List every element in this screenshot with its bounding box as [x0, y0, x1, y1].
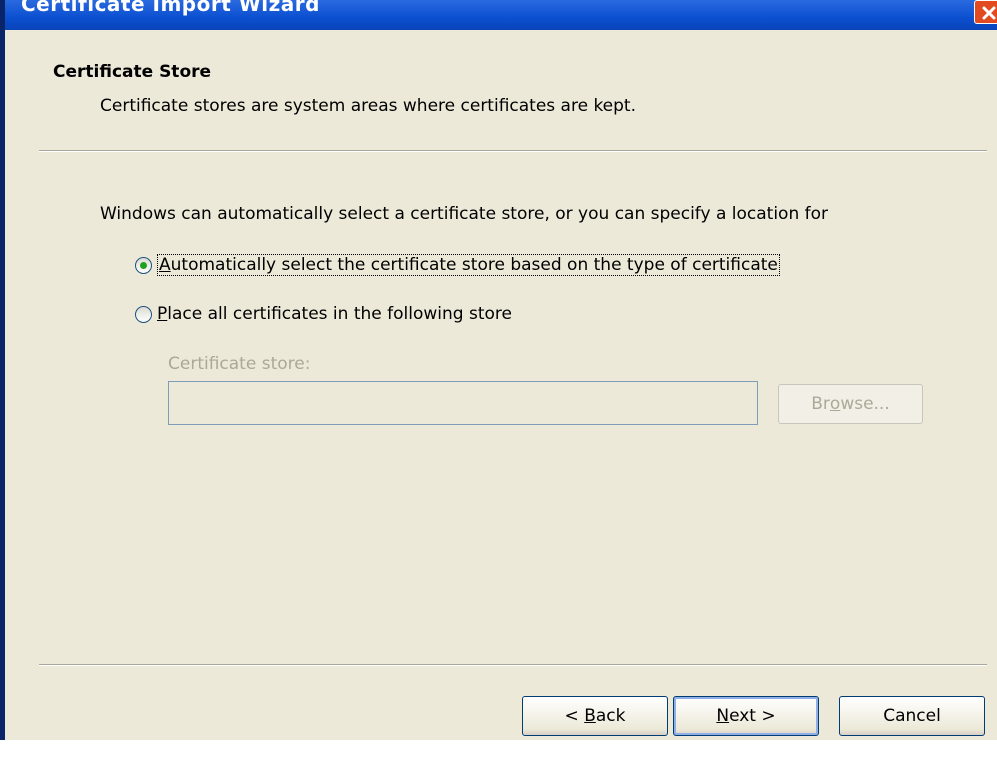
radio-auto-select-label[interactable]: Automatically select the certificate sto…	[157, 254, 780, 276]
footer-divider	[39, 664, 987, 666]
header-divider	[39, 150, 987, 152]
browse-button: Br o wse...	[778, 384, 923, 424]
radio-place-in-store[interactable]: Place all certificates in the following …	[135, 304, 512, 324]
title-bar[interactable]: Certificate Import Wizard	[5, 0, 997, 30]
window-title: Certificate Import Wizard	[21, 0, 320, 16]
intro-text: Windows can automatically select a certi…	[100, 204, 829, 224]
radio-auto-select[interactable]: Automatically select the certificate sto…	[135, 254, 780, 276]
wizard-window: Certificate Import Wizard Certificate St…	[0, 0, 997, 740]
radio-button-checked[interactable]	[135, 256, 152, 274]
radio-place-in-store-label[interactable]: Place all certificates in the following …	[157, 304, 512, 324]
back-button[interactable]: < Back	[522, 696, 668, 736]
cancel-button[interactable]: Cancel	[839, 696, 985, 736]
certificate-store-label: Certificate store:	[168, 354, 311, 374]
close-button[interactable]	[974, 0, 997, 24]
radio-button-unchecked[interactable]	[135, 305, 152, 323]
page-title: Certificate Store	[53, 62, 212, 82]
page-subtitle: Certificate stores are system areas wher…	[100, 96, 637, 116]
close-icon	[982, 6, 996, 20]
next-button[interactable]: Next >	[673, 696, 819, 736]
certificate-store-field	[168, 381, 758, 425]
